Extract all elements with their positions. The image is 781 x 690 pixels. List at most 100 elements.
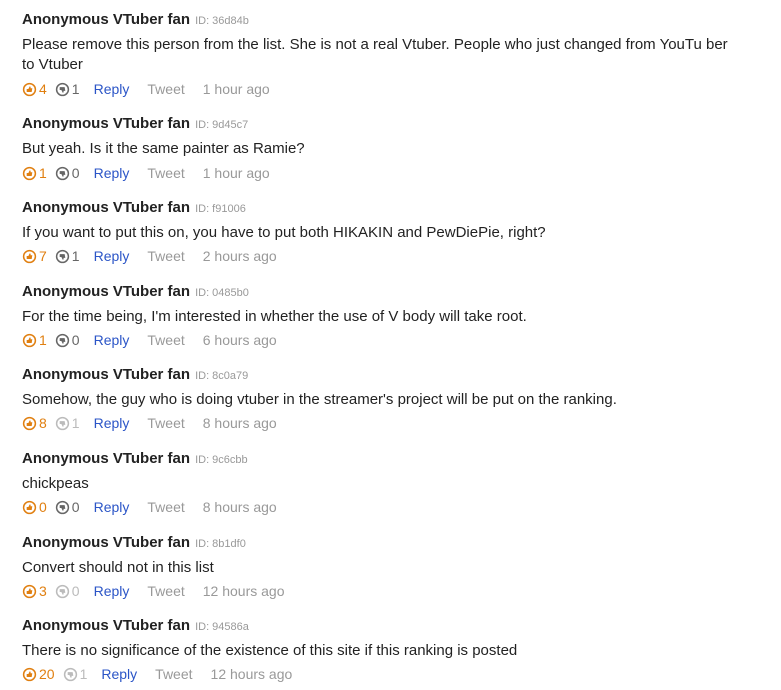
reply-link[interactable]: Reply — [94, 330, 130, 350]
comment-text: Convert should not in this list — [22, 559, 214, 576]
comment: Anonymous VTuber fan ID: 36d84b Please re… — [22, 10, 762, 97]
thumbs-down-icon — [55, 249, 69, 263]
comment-author: Anonymous VTuber fan — [22, 617, 191, 634]
thumbs-down-icon — [55, 82, 69, 96]
tweet-link[interactable]: Tweet — [147, 246, 184, 266]
good-count: 8 — [39, 415, 47, 431]
thumbs-up-icon — [22, 500, 37, 514]
comment-header: Anonymous VTuber fan ID: 8c0a79 — [22, 365, 248, 385]
comment-time: 8 hours ago — [202, 499, 277, 515]
good-vote-button[interactable]: 20 — [22, 664, 55, 684]
reply-link[interactable]: Reply — [94, 163, 130, 183]
good-count: 4 — [39, 81, 47, 97]
tweet-link[interactable]: Tweet — [147, 163, 184, 183]
good-count: 3 — [39, 583, 47, 599]
reply-link[interactable]: Reply — [101, 664, 137, 684]
comment-actions: 20 1 Reply Tweet 12 hours ago — [22, 664, 292, 684]
thumbs-up-icon — [22, 82, 37, 96]
comment: Anonymous VTuber fan ID: 94586a There is … — [22, 616, 762, 690]
bad-count: 0 — [71, 165, 80, 181]
tweet-link[interactable]: Tweet — [155, 664, 192, 684]
bad-count: 0 — [71, 583, 80, 599]
comment-author: Anonymous VTuber fan — [22, 534, 191, 551]
comment-id: ID: 8b1df0 — [195, 538, 246, 550]
bad-count: 1 — [71, 415, 80, 431]
bad-vote-button[interactable]: 1 — [55, 246, 80, 266]
comment: Anonymous VTuber fan ID: f91006 If you wa… — [22, 198, 762, 282]
tweet-link[interactable]: Tweet — [147, 330, 184, 350]
comment-header: Anonymous VTuber fan ID: f91006 — [22, 198, 246, 218]
bad-vote-button[interactable]: 1 — [55, 79, 80, 99]
comment-time: 12 hours ago — [210, 666, 293, 682]
bad-vote-button[interactable]: 1 — [55, 413, 80, 433]
bad-vote-button[interactable]: 0 — [55, 163, 80, 183]
reply-link[interactable]: Reply — [94, 79, 130, 99]
comment-text: If you want to put this on, you have to … — [22, 224, 546, 241]
tweet-link[interactable]: Tweet — [147, 497, 184, 517]
good-count: 7 — [39, 248, 47, 264]
comment-time: 8 hours ago — [202, 415, 277, 431]
comment-id: ID: 9d45c7 — [195, 119, 249, 131]
thumbs-up-icon — [22, 416, 37, 430]
comment-actions: 0 0 Reply Tweet 8 hours ago — [22, 497, 277, 517]
good-vote-button[interactable]: 7 — [22, 246, 47, 266]
good-vote-button[interactable]: 8 — [22, 413, 47, 433]
thumbs-up-icon — [22, 584, 37, 598]
comment-header: Anonymous VTuber fan ID: 9c6cbb — [22, 449, 248, 469]
comment-time: 1 hour ago — [202, 165, 270, 181]
comment-id: ID: 8c0a79 — [195, 370, 249, 382]
comment-thread: Anonymous VTuber fan ID: 36d84b Please re… — [0, 0, 781, 690]
good-count: 0 — [39, 499, 47, 515]
thumbs-up-icon — [22, 249, 37, 263]
reply-link[interactable]: Reply — [94, 413, 130, 433]
good-vote-button[interactable]: 4 — [22, 79, 47, 99]
comment-text: Somehow, the guy who is doing vtuber in … — [22, 391, 617, 408]
reply-link[interactable]: Reply — [94, 246, 130, 266]
good-vote-button[interactable]: 0 — [22, 497, 47, 517]
thumbs-down-icon — [55, 416, 69, 430]
bad-vote-button[interactable]: 0 — [55, 330, 80, 350]
good-vote-button[interactable]: 3 — [22, 581, 47, 601]
bad-vote-button[interactable]: 1 — [63, 664, 87, 684]
comment-id: ID: 0485b0 — [195, 287, 249, 299]
comment-author: Anonymous VTuber fan — [22, 11, 191, 28]
comment-header: Anonymous VTuber fan ID: 94586a — [22, 616, 249, 636]
comment-id: ID: f91006 — [195, 203, 246, 215]
good-count: 1 — [39, 332, 47, 348]
tweet-link[interactable]: Tweet — [147, 79, 184, 99]
comment-actions: 7 1 Reply Tweet 2 hours ago — [22, 246, 277, 266]
thumbs-down-icon — [63, 667, 77, 681]
reply-link[interactable]: Reply — [94, 497, 130, 517]
comment-actions: 4 1 Reply Tweet 1 hour ago — [22, 79, 270, 99]
comment-actions: 1 0 Reply Tweet 6 hours ago — [22, 330, 277, 350]
good-vote-button[interactable]: 1 — [22, 163, 47, 183]
comment-header: Anonymous VTuber fan ID: 36d84b — [22, 10, 249, 30]
bad-vote-button[interactable]: 0 — [55, 581, 80, 601]
reply-link[interactable]: Reply — [94, 581, 130, 601]
comment-author: Anonymous VTuber fan — [22, 283, 191, 300]
comment: Anonymous VTuber fan ID: 8b1df0 Convert s… — [22, 533, 762, 617]
thumbs-down-icon — [55, 500, 69, 514]
comment-id: ID: 36d84b — [195, 15, 249, 27]
tweet-link[interactable]: Tweet — [147, 581, 184, 601]
bad-vote-button[interactable]: 0 — [55, 497, 80, 517]
good-vote-button[interactable]: 1 — [22, 330, 47, 350]
thumbs-down-icon — [55, 333, 69, 347]
comment-time: 12 hours ago — [202, 583, 285, 599]
comment: Anonymous VTuber fan ID: 9c6cbb chickpeas… — [22, 449, 762, 533]
thumbs-up-icon — [22, 333, 37, 347]
comment: Anonymous VTuber fan ID: 8c0a79 Somehow, … — [22, 365, 762, 449]
comment-header: Anonymous VTuber fan ID: 0485b0 — [22, 282, 249, 302]
comment-text: There is no significance of the existenc… — [22, 642, 518, 659]
comment-author: Anonymous VTuber fan — [22, 199, 191, 216]
bad-count: 0 — [71, 332, 80, 348]
bad-count: 1 — [71, 81, 80, 97]
comment-id: ID: 94586a — [195, 621, 249, 633]
comment-time: 2 hours ago — [202, 248, 277, 264]
tweet-link[interactable]: Tweet — [147, 413, 184, 433]
thumbs-up-icon — [22, 667, 37, 681]
bad-count: 1 — [71, 248, 80, 264]
comment-time: 6 hours ago — [202, 332, 277, 348]
comment-text: But yeah. Is it the same painter as Rami… — [22, 140, 305, 157]
comment-actions: 8 1 Reply Tweet 8 hours ago — [22, 413, 277, 433]
